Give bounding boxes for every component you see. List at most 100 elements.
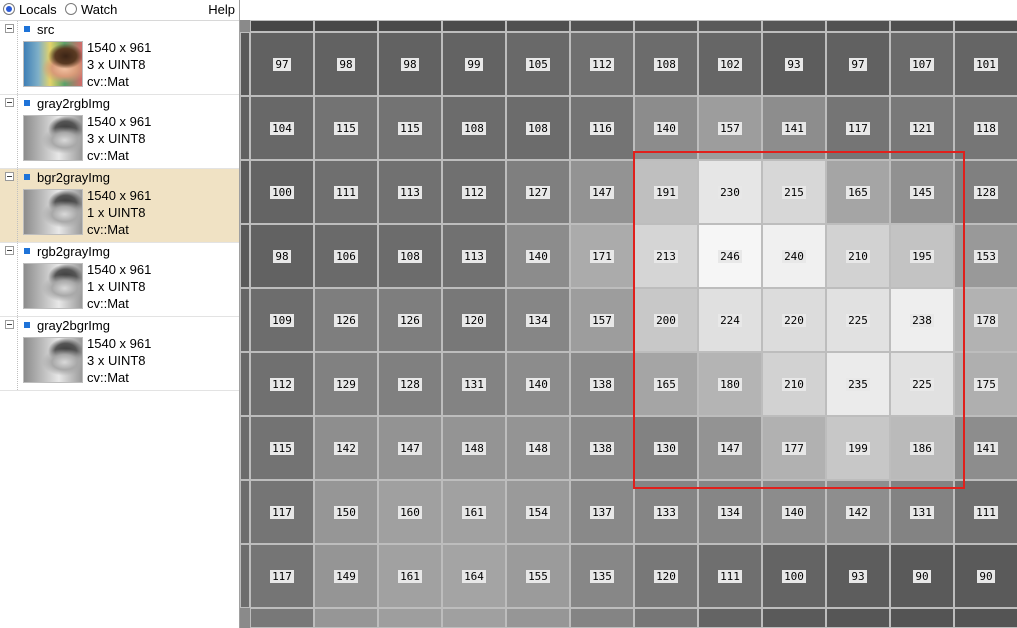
pixel-cell-partial[interactable] bbox=[954, 608, 1017, 628]
pixel-cell[interactable]: 224 bbox=[698, 288, 762, 352]
variable-item-src[interactable]: src 1540 x 961 3 x UINT8 cv::Mat bbox=[0, 21, 239, 95]
locals-radio[interactable] bbox=[3, 3, 15, 15]
pixel-cell[interactable]: 93 bbox=[826, 544, 890, 608]
pixel-cell[interactable]: 135 bbox=[570, 544, 634, 608]
pixel-cell[interactable]: 213 bbox=[634, 224, 698, 288]
pixel-cell[interactable]: 246 bbox=[698, 224, 762, 288]
pixel-cell[interactable]: 138 bbox=[570, 416, 634, 480]
pixel-cell[interactable]: 180 bbox=[698, 352, 762, 416]
pixel-cell[interactable]: 106 bbox=[314, 224, 378, 288]
pixel-cell[interactable]: 113 bbox=[442, 224, 506, 288]
pixel-cell[interactable]: 225 bbox=[826, 288, 890, 352]
pixel-cell[interactable]: 113 bbox=[378, 160, 442, 224]
pixel-cell[interactable]: 117 bbox=[250, 480, 314, 544]
pixel-cell[interactable]: 225 bbox=[890, 352, 954, 416]
pixel-cell[interactable]: 138 bbox=[570, 352, 634, 416]
pixel-cell[interactable]: 178 bbox=[954, 288, 1017, 352]
variable-item-rgb2grayImg[interactable]: rgb2grayImg 1540 x 961 1 x UINT8 cv::Mat bbox=[0, 243, 239, 317]
pixel-cell[interactable]: 175 bbox=[954, 352, 1017, 416]
pixel-cell-partial[interactable] bbox=[240, 480, 250, 544]
pixel-cell[interactable]: 142 bbox=[826, 480, 890, 544]
pixel-cell[interactable]: 145 bbox=[890, 160, 954, 224]
pixel-cell-partial[interactable] bbox=[240, 96, 250, 160]
pixel-cell[interactable]: 133 bbox=[634, 480, 698, 544]
variable-item-gray2rgbImg[interactable]: gray2rgbImg 1540 x 961 3 x UINT8 cv::Mat bbox=[0, 95, 239, 169]
pixel-cell-partial[interactable] bbox=[762, 608, 826, 628]
pixel-cell[interactable]: 157 bbox=[570, 288, 634, 352]
image-thumbnail[interactable] bbox=[23, 41, 83, 87]
pixel-cell[interactable]: 108 bbox=[506, 96, 570, 160]
pixel-cell[interactable]: 155 bbox=[506, 544, 570, 608]
pixel-cell[interactable]: 161 bbox=[442, 480, 506, 544]
pixel-cell[interactable]: 120 bbox=[442, 288, 506, 352]
pixel-cell[interactable]: 112 bbox=[570, 32, 634, 96]
pixel-cell-partial[interactable] bbox=[890, 20, 954, 32]
pixel-cell-partial[interactable] bbox=[506, 20, 570, 32]
pixel-cell[interactable]: 210 bbox=[762, 352, 826, 416]
collapse-icon[interactable] bbox=[5, 24, 14, 33]
pixel-cell[interactable]: 134 bbox=[506, 288, 570, 352]
pixel-cell[interactable]: 100 bbox=[762, 544, 826, 608]
pixel-cell[interactable]: 210 bbox=[826, 224, 890, 288]
pixel-cell-partial[interactable] bbox=[314, 608, 378, 628]
pixel-cell-partial[interactable] bbox=[240, 224, 250, 288]
pixel-cell[interactable]: 148 bbox=[442, 416, 506, 480]
pixel-cell[interactable]: 142 bbox=[314, 416, 378, 480]
pixel-grid[interactable]: 97 98 98 99 105 112 108 102 93 97 107 101 104 115 115 1… bbox=[240, 20, 1017, 628]
pixel-cell-partial[interactable] bbox=[570, 20, 634, 32]
pixel-cell-partial[interactable] bbox=[250, 608, 314, 628]
pixel-cell[interactable]: 105 bbox=[506, 32, 570, 96]
pixel-cell-partial[interactable] bbox=[378, 608, 442, 628]
pixel-cell-partial[interactable] bbox=[442, 20, 506, 32]
pixel-cell[interactable]: 134 bbox=[698, 480, 762, 544]
image-thumbnail[interactable] bbox=[23, 263, 83, 309]
pixel-cell[interactable]: 90 bbox=[890, 544, 954, 608]
pixel-cell[interactable]: 128 bbox=[378, 352, 442, 416]
pixel-cell[interactable]: 120 bbox=[634, 544, 698, 608]
pixel-cell-partial[interactable] bbox=[240, 352, 250, 416]
pixel-cell[interactable]: 128 bbox=[954, 160, 1017, 224]
pixel-cell[interactable]: 141 bbox=[762, 96, 826, 160]
pixel-cell[interactable]: 115 bbox=[378, 96, 442, 160]
image-thumbnail[interactable] bbox=[23, 115, 83, 161]
pixel-cell-partial[interactable] bbox=[634, 20, 698, 32]
pixel-cell[interactable]: 147 bbox=[378, 416, 442, 480]
pixel-cell-partial[interactable] bbox=[890, 608, 954, 628]
pixel-cell[interactable]: 97 bbox=[250, 32, 314, 96]
pixel-cell[interactable]: 150 bbox=[314, 480, 378, 544]
pixel-cell[interactable]: 153 bbox=[954, 224, 1017, 288]
locals-label[interactable]: Locals bbox=[19, 2, 57, 18]
pixel-cell[interactable]: 235 bbox=[826, 352, 890, 416]
pixel-cell[interactable]: 230 bbox=[698, 160, 762, 224]
image-viewer[interactable]: 97 98 98 99 105 112 108 102 93 97 107 101 104 115 115 1… bbox=[240, 0, 1017, 628]
pixel-cell[interactable]: 154 bbox=[506, 480, 570, 544]
pixel-cell[interactable]: 111 bbox=[954, 480, 1017, 544]
pixel-cell[interactable]: 130 bbox=[634, 416, 698, 480]
pixel-cell-partial[interactable] bbox=[250, 20, 314, 32]
pixel-cell[interactable]: 109 bbox=[250, 288, 314, 352]
pixel-cell[interactable]: 115 bbox=[314, 96, 378, 160]
pixel-cell[interactable]: 177 bbox=[762, 416, 826, 480]
pixel-cell-partial[interactable] bbox=[240, 288, 250, 352]
collapse-icon[interactable] bbox=[5, 246, 14, 255]
pixel-cell[interactable]: 102 bbox=[698, 32, 762, 96]
pixel-cell[interactable]: 147 bbox=[570, 160, 634, 224]
pixel-cell[interactable]: 148 bbox=[506, 416, 570, 480]
collapse-icon[interactable] bbox=[5, 172, 14, 181]
pixel-cell-partial[interactable] bbox=[240, 544, 250, 608]
pixel-cell[interactable]: 240 bbox=[762, 224, 826, 288]
pixel-cell-partial[interactable] bbox=[762, 20, 826, 32]
watch-radio[interactable] bbox=[65, 3, 77, 15]
pixel-cell[interactable]: 164 bbox=[442, 544, 506, 608]
pixel-cell[interactable]: 104 bbox=[250, 96, 314, 160]
pixel-cell[interactable]: 199 bbox=[826, 416, 890, 480]
pixel-cell[interactable]: 115 bbox=[250, 416, 314, 480]
pixel-cell[interactable]: 200 bbox=[634, 288, 698, 352]
pixel-cell[interactable]: 129 bbox=[314, 352, 378, 416]
pixel-cell[interactable]: 112 bbox=[442, 160, 506, 224]
pixel-cell[interactable]: 111 bbox=[314, 160, 378, 224]
pixel-cell[interactable]: 149 bbox=[314, 544, 378, 608]
pixel-cell[interactable]: 112 bbox=[250, 352, 314, 416]
pixel-cell[interactable]: 141 bbox=[954, 416, 1017, 480]
pixel-cell-partial[interactable] bbox=[314, 20, 378, 32]
